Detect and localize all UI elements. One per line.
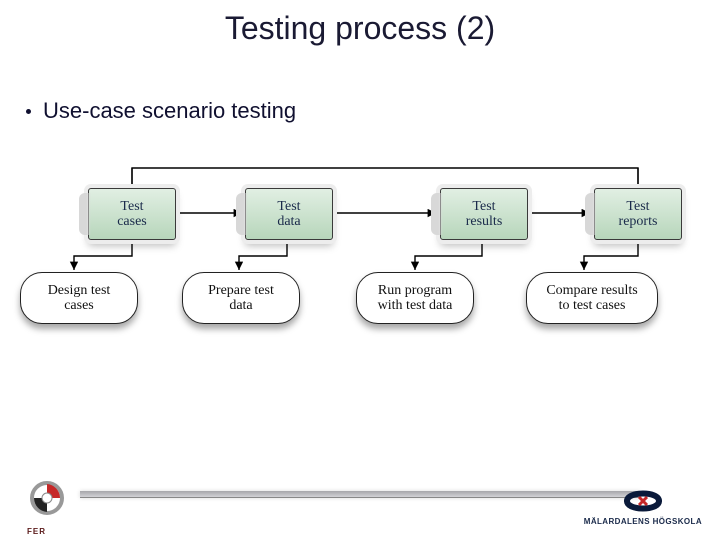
proc-label: Design testcases [48,283,111,314]
bullet-item: Use-case scenario testing [26,98,296,124]
proc-label: Run programwith test data [378,283,453,314]
malardalens-logo-label: MÄLARDALENS HÖGSKOLA [584,517,702,526]
doc-shade-icon [585,193,597,235]
proc-prepare-test-data: Prepare testdata [182,272,300,324]
doc-test-data: Testdata [245,188,333,240]
doc-shade-icon [431,193,443,235]
malardalens-logo: MÄLARDALENS HÖGSKOLA [584,487,702,526]
malardalens-logo-icon [619,487,667,515]
doc-label: Testdata [277,199,300,230]
doc-label: Testreports [619,199,658,230]
doc-label: Testresults [466,199,503,230]
bullet-text: Use-case scenario testing [43,98,296,124]
doc-label: Testcases [117,199,147,230]
proc-design-test-cases: Design testcases [20,272,138,324]
page-title: Testing process (2) [0,10,720,47]
doc-test-reports: Testreports [594,188,682,240]
fer-logo-label: FER [27,527,46,536]
testing-process-diagram: Testcases Testdata Testresults Testrepor… [20,160,700,350]
fer-logo-icon [24,478,70,524]
doc-shade-icon [79,193,91,235]
bullet-dot-icon [26,109,31,114]
proc-compare-results: Compare resultsto test cases [526,272,658,324]
doc-test-cases: Testcases [88,188,176,240]
proc-label: Prepare testdata [208,283,274,314]
proc-run-program: Run programwith test data [356,272,474,324]
doc-shade-icon [236,193,248,235]
doc-test-results: Testresults [440,188,528,240]
footer-divider [80,491,640,498]
proc-label: Compare resultsto test cases [546,283,637,314]
